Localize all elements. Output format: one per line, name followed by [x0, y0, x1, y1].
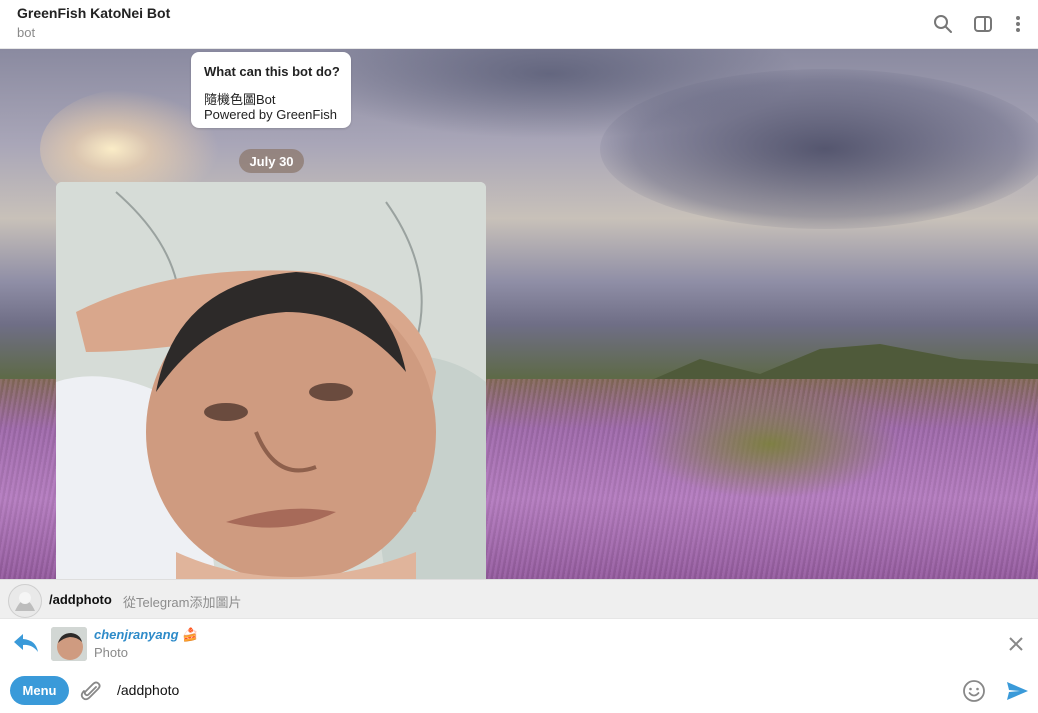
background-bush: [640, 389, 900, 499]
chat-title[interactable]: GreenFish KatoNei Bot: [17, 5, 170, 21]
photo-content: [56, 182, 486, 579]
bot-info-line1: 隨機色圖Bot: [204, 92, 276, 107]
command-name: /addphoto: [49, 592, 112, 607]
chat-subtitle: bot: [17, 25, 36, 40]
message-input[interactable]: /addphoto: [117, 682, 179, 698]
chat-header: GreenFish KatoNei Bot bot: [0, 0, 1038, 49]
bot-avatar: [8, 584, 42, 618]
command-description: 從Telegram添加圖片: [123, 595, 242, 610]
photo-message[interactable]: [56, 182, 486, 579]
send-icon[interactable]: [1005, 679, 1029, 703]
chat-background: What can this bot do? 隨機色圖Bot Powered by…: [0, 49, 1038, 579]
close-icon[interactable]: [1007, 635, 1025, 653]
bot-info-line2: Powered by GreenFish: [204, 107, 337, 122]
date-separator: July 30: [239, 149, 304, 173]
more-vertical-icon[interactable]: [1006, 12, 1030, 36]
bot-info-question: What can this bot do?: [204, 64, 340, 79]
search-icon[interactable]: [931, 12, 955, 36]
sidebar-toggle-icon[interactable]: [971, 12, 995, 36]
reply-photo-thumbnail: [51, 627, 87, 661]
reply-sender-name: chenjranyang 🍰: [94, 627, 199, 642]
reply-arrow-icon: [13, 632, 39, 654]
attach-icon[interactable]: [80, 680, 102, 702]
bot-info-card: What can this bot do? 隨機色圖Bot Powered by…: [191, 52, 351, 128]
command-suggestion-row[interactable]: /addphoto 從Telegram添加圖片: [0, 579, 1038, 619]
reply-sender-emoji: 🍰: [182, 627, 199, 642]
reply-preview-bar: chenjranyang 🍰 Photo: [0, 618, 1038, 667]
reply-message-type: Photo: [94, 645, 128, 660]
emoji-icon[interactable]: [962, 679, 986, 703]
background-cloud: [600, 69, 1038, 229]
menu-button[interactable]: Menu: [10, 676, 69, 705]
message-composer: Menu /addphoto: [0, 666, 1038, 713]
